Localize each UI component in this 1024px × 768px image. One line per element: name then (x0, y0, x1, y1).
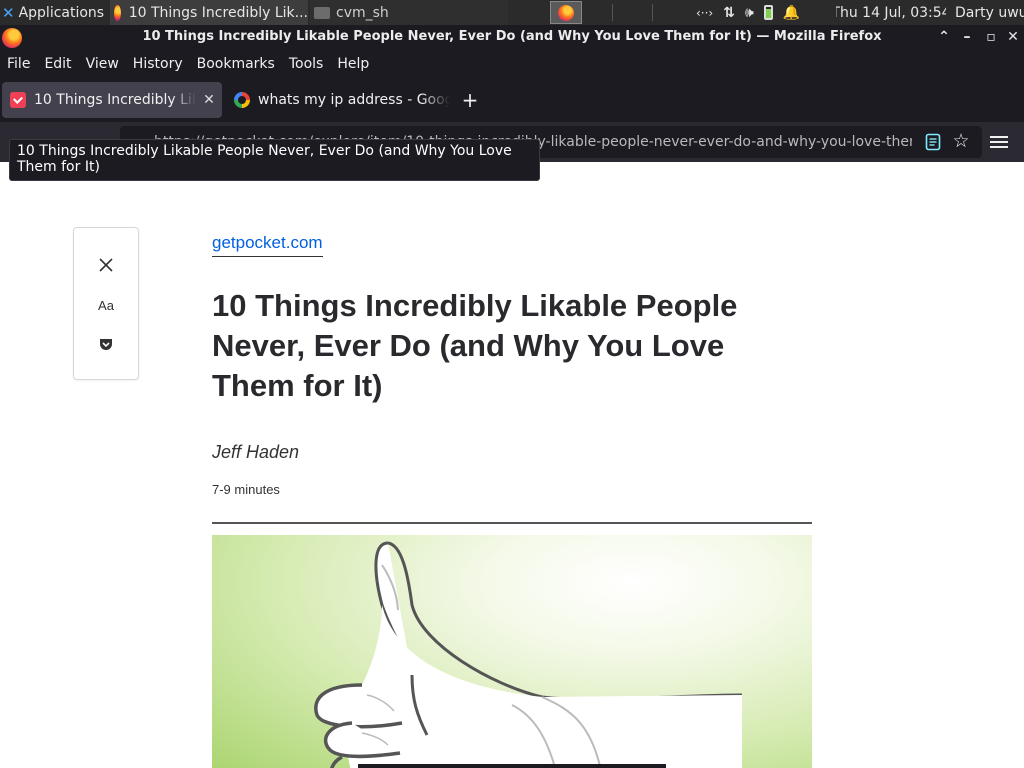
clock[interactable]: Thu 14 Jul, 03:54 (836, 0, 946, 25)
article-title: 10 Things Incredibly Likable People Neve… (212, 288, 738, 403)
menu-edit[interactable]: Edit (37, 51, 78, 77)
menu-view[interactable]: View (79, 51, 126, 77)
article-byline: Jeff Haden (212, 442, 300, 462)
volume-icon[interactable]: 🕪 (745, 5, 754, 21)
reader-view-icon[interactable] (925, 133, 941, 151)
taskbar-firefox-window[interactable]: 10 Things Incredibly Lik... (110, 0, 308, 25)
system-panel: ✕ Applications 10 Things Incredibly Lik.… (0, 0, 1024, 25)
pocket-icon (100, 339, 112, 350)
new-tab-button[interactable]: + (458, 88, 482, 112)
menu-bookmarks[interactable]: Bookmarks (190, 51, 282, 77)
taskbar-folder-window[interactable]: cvm_sh (310, 0, 508, 25)
transfer-icon[interactable]: ⇅ (723, 5, 735, 21)
chevron-up-icon[interactable]: ⌃ (935, 28, 953, 46)
user-menu[interactable]: Darty uwu (955, 0, 1024, 25)
save-to-pocket-button[interactable] (74, 329, 138, 359)
menu-bar: File Edit View History Bookmarks Tools H… (0, 51, 1024, 77)
tab-strip: 10 Things Incredibly Likable People Neve… (0, 77, 1024, 122)
battery-icon[interactable] (763, 5, 773, 20)
header-divider (212, 522, 812, 524)
maximize-icon[interactable]: ▫ (982, 28, 1000, 46)
applications-label: Applications (18, 4, 105, 21)
hamburger-menu-icon[interactable] (990, 133, 1008, 149)
minimize-icon[interactable]: – (958, 28, 976, 46)
window-title: 10 Things Incredibly Likable People Neve… (142, 29, 882, 44)
reader-view-content: Aa getpocket.com 10 Things Incredibly Li… (0, 162, 1024, 768)
system-tray: ‹··› ⇅ 🕪 🔔 (690, 0, 840, 25)
notification-bell-icon[interactable]: 🔔 (783, 5, 800, 21)
reading-time: 7-9 minutes (212, 482, 280, 497)
close-icon (99, 258, 113, 272)
menu-file[interactable]: File (0, 51, 37, 77)
menu-tools[interactable]: Tools (282, 51, 331, 77)
close-icon[interactable]: ✕ (196, 92, 222, 108)
tab-google-search[interactable]: whats my ip address - Google Search (228, 82, 450, 118)
panel-separator (652, 4, 653, 21)
close-icon[interactable]: ✕ (1004, 28, 1022, 46)
panel-separator (612, 4, 613, 21)
thumbs-up-illustration (314, 541, 743, 768)
tab-tooltip: 10 Things Incredibly Likable People Neve… (9, 139, 540, 181)
firefox-icon (114, 4, 121, 21)
tab-label: 10 Things Incredibly Likable People Neve… (34, 92, 196, 108)
article-hero-image (212, 535, 812, 768)
tab-pocket-article[interactable]: 10 Things Incredibly Likable People Neve… (2, 82, 222, 118)
firefox-launcher[interactable] (550, 1, 582, 24)
folder-icon (314, 6, 330, 19)
bookmark-star-icon[interactable]: ☆ (951, 131, 971, 151)
window-titlebar: 10 Things Incredibly Likable People Neve… (0, 25, 1024, 51)
reader-toolbar: Aa (73, 227, 139, 380)
pocket-icon (10, 92, 26, 108)
taskbar-label: cvm_sh (336, 4, 389, 21)
source-domain-link[interactable]: getpocket.com (212, 233, 323, 257)
tab-label: whats my ip address - Google Search (258, 92, 450, 108)
network-icon[interactable]: ‹··› (696, 6, 713, 20)
google-icon (234, 92, 250, 108)
applications-menu[interactable]: ✕ Applications (0, 0, 108, 25)
scroll-indicator-bar (358, 764, 666, 768)
xfce-icon: ✕ (2, 3, 15, 22)
type-controls-button[interactable]: Aa (74, 290, 138, 320)
firefox-icon (558, 4, 574, 21)
taskbar-label: 10 Things Incredibly Lik... (128, 4, 308, 21)
close-reader-button[interactable] (74, 250, 138, 280)
menu-history[interactable]: History (126, 51, 190, 77)
menu-help[interactable]: Help (330, 51, 376, 77)
